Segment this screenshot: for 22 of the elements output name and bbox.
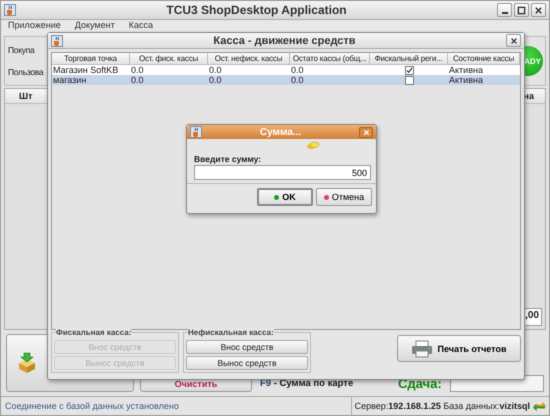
group-title: Нефискальная касса:	[188, 328, 274, 337]
table-cell-text: Активна	[448, 65, 484, 75]
table-cell-text: 0.0	[130, 75, 145, 85]
column-header: Шт	[19, 90, 32, 103]
server-info: Сервер:192.168.1.25 База данных:vizitsql	[354, 401, 530, 411]
table-cell-text: магазин	[52, 75, 88, 85]
table-cell-text: 0.0	[130, 65, 145, 75]
field-label: Введите сумму:	[194, 154, 262, 164]
window-title: TCU3 ShopDesktop Application	[165, 3, 348, 17]
dialog-title: Касса - движение средств	[212, 34, 357, 46]
table-cell-text: 0.0	[208, 65, 223, 75]
table-cell-text: Активна	[448, 75, 484, 85]
field-label: Пользова	[8, 67, 44, 77]
status-message: Соединение с базой данных установлено	[5, 401, 179, 411]
table-cell-text: 0.0	[290, 75, 305, 85]
change-label: Сдача:	[398, 376, 442, 391]
group-title: Фискальная касса:	[56, 328, 132, 337]
dialog-title: Сумма...	[258, 126, 302, 138]
table-cell-text: Магазин SoftKB	[52, 65, 120, 75]
table-cell-text: 0.0	[290, 65, 305, 75]
table-cell-text: 0.0	[208, 75, 223, 85]
field-label: Покупа	[8, 45, 36, 55]
